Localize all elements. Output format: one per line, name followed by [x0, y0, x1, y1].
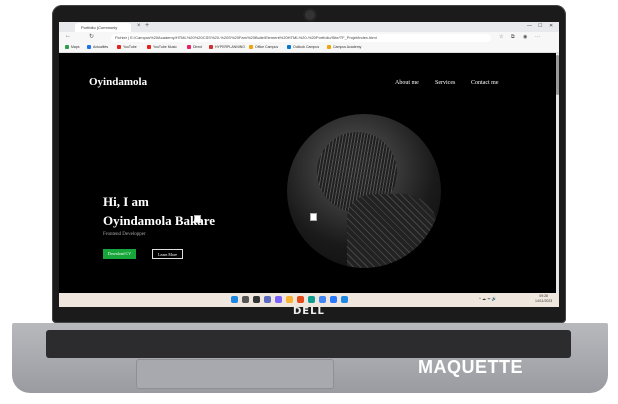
- task-view-icon[interactable]: [253, 296, 260, 303]
- favorites-icon[interactable]: ☆: [499, 34, 503, 40]
- bookmark-label: Office Campus: [255, 45, 279, 49]
- bookmark-label: Outlook Campus: [293, 45, 320, 49]
- bookmark-label: Actualités: [93, 45, 109, 49]
- start-icon[interactable]: [231, 296, 238, 303]
- learn-more-button[interactable]: Learn More: [152, 249, 183, 259]
- maquette-caption: MAQUETTE: [418, 357, 523, 377]
- chat-icon[interactable]: [275, 296, 282, 303]
- tab-title: Portfolio (Commonly: [81, 25, 118, 30]
- back-icon[interactable]: ←: [65, 33, 71, 39]
- close-window-icon[interactable]: ✕: [549, 23, 553, 29]
- bookmark-item[interactable]: HYPERPLANNING: [209, 45, 245, 50]
- bookmark-item[interactable]: Direct: [187, 45, 203, 50]
- touchpad: [136, 359, 334, 389]
- tab-close-icon[interactable]: ×: [137, 23, 141, 29]
- bookmark-icon: [209, 45, 213, 50]
- bookmark-label: Maps: [71, 45, 80, 49]
- download-cv-button[interactable]: Download CV: [103, 249, 136, 259]
- minimize-icon[interactable]: —: [527, 23, 532, 29]
- system-tray[interactable]: ^ ☁ ᯤ 🔊: [479, 296, 497, 302]
- nav-services-link[interactable]: Services: [435, 80, 455, 86]
- nav-contact-link[interactable]: Contact me: [471, 80, 499, 86]
- bookmark-label: YouTube: [123, 45, 137, 49]
- bookmark-item[interactable]: Maps: [65, 45, 80, 50]
- bookmark-item[interactable]: Actualités: [87, 45, 109, 50]
- bookmark-item[interactable]: Office Campus: [249, 45, 279, 50]
- bookmark-icon: [65, 45, 69, 50]
- collections-icon[interactable]: ⧉: [511, 34, 515, 40]
- site-title[interactable]: Oyindamola: [89, 76, 147, 88]
- bookmark-icon: [87, 45, 91, 50]
- bookmark-item[interactable]: Campus Academy: [327, 45, 362, 50]
- bookmark-label: Campus Academy: [333, 45, 362, 49]
- hero-greeting: Hi, I am: [103, 194, 149, 209]
- taskbar-clock[interactable]: 09:28 14/11/2023: [535, 294, 552, 304]
- store-icon[interactable]: [330, 296, 337, 303]
- clock-date: 14/11/2023: [535, 299, 553, 303]
- bookmark-icon: [117, 45, 121, 50]
- bookmark-item[interactable]: Outlook Campus: [287, 45, 320, 50]
- bookmark-icon: [147, 45, 151, 50]
- maximize-icon[interactable]: ☐: [538, 23, 542, 29]
- browser-tab-bar: [59, 22, 559, 32]
- file-explorer-icon[interactable]: [286, 296, 293, 303]
- bookmark-icon: [327, 45, 331, 50]
- portrait-jacket: [347, 194, 437, 268]
- chrome-icon[interactable]: [319, 296, 326, 303]
- webcam: [305, 10, 315, 20]
- nav-about-link[interactable]: About me: [395, 80, 419, 86]
- profile-icon[interactable]: ◉: [523, 34, 527, 40]
- bookmark-label: Direct: [193, 45, 203, 49]
- broken-image-icon: [310, 213, 317, 221]
- search-icon[interactable]: [242, 296, 249, 303]
- bookmark-icon: [287, 45, 291, 50]
- hero-name: Oyindamola Bakare: [103, 213, 216, 228]
- url-field[interactable]: Fichier | E:/Campus%20Academy/HTML%20%20…: [111, 34, 491, 42]
- widgets-icon[interactable]: [264, 296, 271, 303]
- edge-icon[interactable]: [308, 296, 315, 303]
- scrollbar-thumb[interactable]: [556, 55, 559, 95]
- bookmark-label: HYPERPLANNING: [215, 45, 245, 49]
- bookmark-item[interactable]: YouTube Music: [147, 45, 177, 50]
- dell-logo: DELL: [293, 306, 325, 317]
- new-tab-icon[interactable]: +: [145, 22, 149, 29]
- laptop-screen: Portfolio (Commonly × + — ☐ ✕ ← ↻ Fichie…: [59, 22, 559, 307]
- keyboard: [46, 330, 571, 358]
- browser-tab[interactable]: Portfolio (Commonly: [75, 23, 131, 32]
- bookmark-label: YouTube Music: [153, 45, 177, 49]
- menu-icon[interactable]: ⋯: [535, 34, 540, 40]
- bookmark-item[interactable]: YouTube: [117, 45, 137, 50]
- refresh-icon[interactable]: ↻: [89, 33, 94, 40]
- bookmark-icon: [187, 45, 191, 50]
- bookmark-icon: [249, 45, 253, 50]
- profile-portrait: [287, 114, 441, 268]
- office-icon[interactable]: [297, 296, 304, 303]
- hero-role: Frontend Developper: [103, 232, 146, 237]
- vscode-icon[interactable]: [341, 296, 348, 303]
